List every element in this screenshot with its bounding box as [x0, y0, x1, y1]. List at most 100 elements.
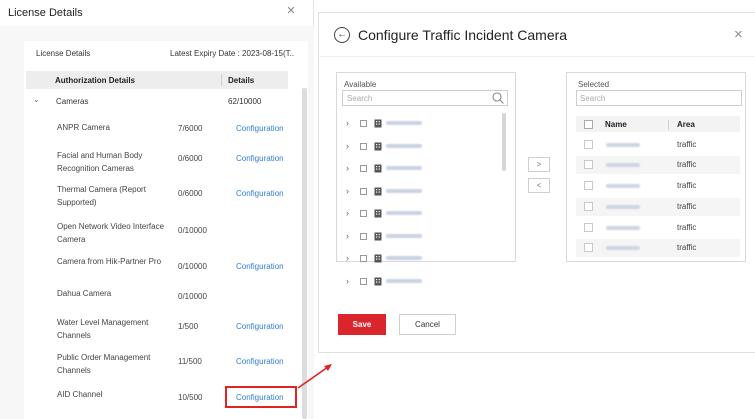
search-placeholder: Search — [347, 94, 373, 103]
move-left-button[interactable]: < — [528, 178, 550, 193]
tree-node[interactable]: › — [346, 253, 496, 265]
building-icon — [374, 187, 382, 195]
tree-node[interactable]: › — [346, 163, 496, 175]
area-cell: traffic — [677, 140, 697, 149]
group-count: 62/10000 — [228, 97, 262, 106]
configuration-link[interactable]: Configuration — [236, 124, 284, 133]
selected-table-header — [576, 116, 740, 132]
configuration-link[interactable]: Configuration — [236, 357, 284, 366]
license-row-name: Open Network Video Interface Camera — [57, 222, 165, 244]
row-checkbox[interactable] — [584, 243, 593, 252]
license-row-name: Thermal Camera (Report Supported) — [57, 185, 146, 207]
configuration-link[interactable]: Configuration — [236, 189, 284, 198]
node-checkbox[interactable] — [360, 277, 367, 285]
row-checkbox[interactable] — [584, 140, 593, 149]
panel-title: License Details — [8, 7, 83, 19]
license-row-count: 1/500 — [178, 322, 199, 331]
node-checkbox[interactable] — [360, 142, 367, 150]
license-row-count: 0/10000 — [178, 226, 207, 235]
chevron-right-icon[interactable]: › — [346, 208, 349, 218]
building-icon — [374, 209, 382, 218]
area-cell: traffic — [677, 160, 697, 169]
building-icon — [374, 254, 382, 263]
close-icon[interactable]: × — [283, 2, 299, 19]
building-icon — [374, 232, 382, 240]
chevron-down-icon[interactable]: ⌄ — [33, 95, 40, 104]
row-checkbox[interactable] — [584, 160, 593, 169]
area-cell: traffic — [677, 243, 697, 252]
blurred-name — [606, 205, 640, 209]
close-icon[interactable]: × — [734, 26, 743, 43]
blurred-name — [606, 246, 640, 250]
column-header-details: Details — [228, 76, 255, 85]
node-checkbox[interactable] — [360, 165, 367, 172]
configuration-link[interactable]: Configuration — [236, 322, 284, 331]
license-row-name: ANPR Camera — [57, 123, 110, 132]
blurred-name — [606, 226, 640, 230]
blurred-node-name — [386, 143, 422, 148]
move-right-button[interactable]: > — [528, 157, 550, 172]
blurred-node-name — [386, 166, 422, 170]
search-icon[interactable] — [491, 91, 505, 105]
area-cell: traffic — [677, 223, 697, 232]
latest-expiry-date: Latest Expiry Date : 2023-08-15(T.. — [170, 49, 295, 58]
configuration-link[interactable]: Configuration — [236, 262, 284, 271]
license-details-label: License Details — [36, 49, 91, 58]
tree-node[interactable]: › — [346, 118, 496, 130]
table-row[interactable]: traffic — [576, 198, 740, 216]
configuration-link[interactable]: Configuration — [236, 154, 284, 163]
table-row[interactable]: traffic — [576, 239, 740, 257]
license-row-name: AID Channel — [57, 390, 103, 399]
row-checkbox[interactable] — [584, 223, 593, 232]
blurred-node-name — [386, 278, 422, 283]
chevron-right-icon[interactable]: › — [346, 163, 349, 173]
license-row-name: Public Order Management Channels — [57, 353, 151, 375]
tree-node[interactable]: › — [346, 141, 496, 153]
row-checkbox[interactable] — [584, 181, 593, 190]
chevron-right-icon[interactable]: › — [346, 231, 349, 241]
chevron-right-icon[interactable]: › — [346, 118, 349, 128]
table-row[interactable]: traffic — [576, 177, 740, 195]
table-row[interactable]: traffic — [576, 136, 740, 154]
node-checkbox[interactable] — [360, 120, 367, 127]
save-button[interactable]: Save — [338, 314, 386, 335]
chevron-right-icon[interactable]: › — [346, 276, 349, 286]
node-checkbox[interactable] — [360, 187, 367, 195]
license-row-name: Camera from Hik-Partner Pro — [57, 257, 162, 266]
highlight-box — [225, 386, 297, 408]
blurred-name — [606, 143, 640, 147]
column-header-name: Name — [605, 120, 627, 129]
license-row-count: 0/10000 — [178, 292, 207, 301]
chevron-right-icon[interactable]: › — [346, 253, 349, 263]
license-row-count: 0/6000 — [178, 189, 203, 198]
cancel-button[interactable]: Cancel — [399, 314, 456, 335]
blurred-name — [606, 184, 640, 188]
building-icon — [374, 164, 382, 173]
table-row[interactable]: traffic — [576, 219, 740, 237]
tree-node[interactable]: › — [346, 231, 496, 243]
building-icon — [374, 119, 382, 128]
tree-node[interactable]: › — [346, 276, 496, 288]
tree-node[interactable]: › — [346, 208, 496, 220]
license-row-count: 0/6000 — [178, 154, 203, 163]
node-checkbox[interactable] — [360, 210, 367, 217]
building-icon — [374, 142, 382, 150]
search-placeholder: Search — [580, 94, 606, 103]
area-cell: traffic — [677, 181, 697, 190]
blurred-node-name — [386, 211, 422, 215]
blurred-name — [606, 163, 640, 167]
back-arrow-icon[interactable]: ← — [334, 27, 350, 43]
scrollbar[interactable] — [502, 113, 506, 171]
row-checkbox[interactable] — [584, 202, 593, 211]
select-all-checkbox[interactable] — [584, 120, 593, 129]
node-checkbox[interactable] — [360, 255, 367, 262]
dialog-title: Configure Traffic Incident Camera — [358, 27, 568, 43]
chevron-right-icon[interactable]: › — [346, 141, 349, 151]
available-label: Available — [344, 80, 377, 89]
node-checkbox[interactable] — [360, 232, 367, 240]
license-row-name: Dahua Camera — [57, 289, 112, 298]
chevron-right-icon[interactable]: › — [346, 186, 349, 196]
table-row[interactable]: traffic — [576, 156, 740, 174]
column-divider — [668, 120, 669, 130]
tree-node[interactable]: › — [346, 186, 496, 198]
